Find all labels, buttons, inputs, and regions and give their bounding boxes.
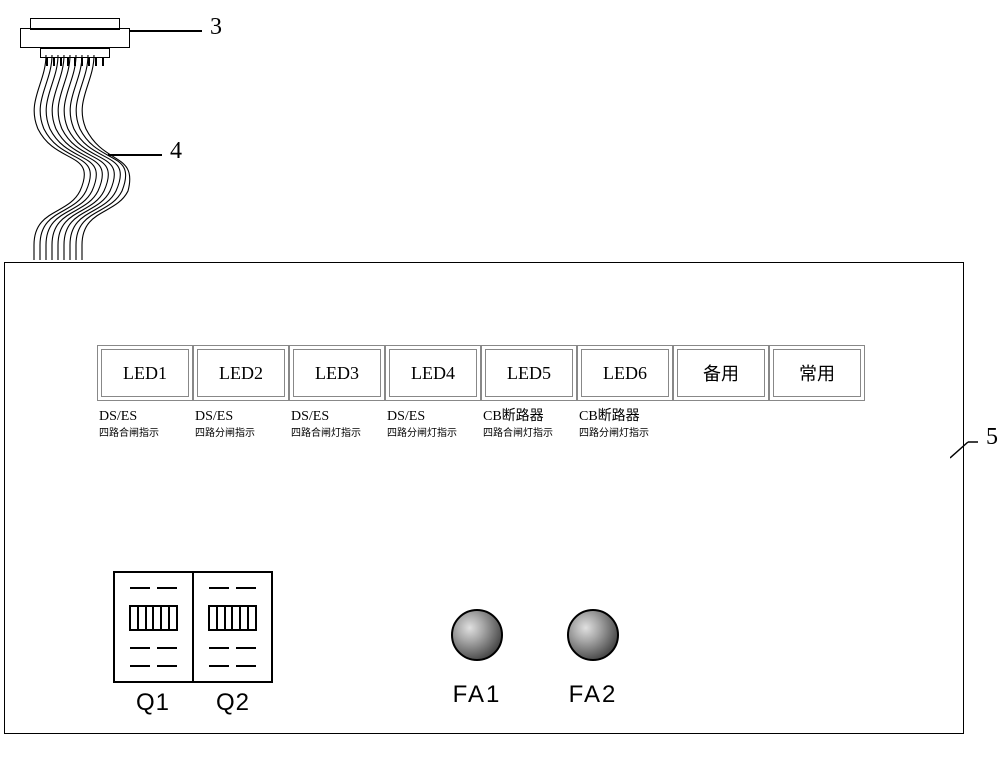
fuse-fa1-cap (451, 609, 503, 661)
led-3: LED3 (289, 345, 385, 401)
switch-q1[interactable] (115, 573, 194, 681)
led-2: LED2 (193, 345, 289, 401)
led-label-3: DS/ES 四路合闸灯指示 (289, 407, 385, 442)
led-label-1: DS/ES 四路合闸指示 (97, 407, 193, 442)
led-spare: 备用 (673, 345, 769, 401)
led-5: LED5 (481, 345, 577, 401)
led-label-5: CB断路器 四路合闸灯指示 (481, 407, 577, 442)
led-4: LED4 (385, 345, 481, 401)
fuse-fa2[interactable]: FA2 (567, 609, 619, 709)
switch-q1-label: Q1 (113, 689, 193, 717)
fuse-fa2-label: FA2 (569, 681, 618, 709)
ribbon-cable (28, 55, 138, 260)
led-6: LED6 (577, 345, 673, 401)
callout-3-label: 3 (210, 14, 222, 41)
callout-4-line (108, 154, 162, 156)
led-label-6: CB断路器 四路分闸灯指示 (577, 407, 673, 442)
led-normal: 常用 (769, 345, 865, 401)
fuse-fa1[interactable]: FA1 (451, 609, 503, 709)
led-1: LED1 (97, 345, 193, 401)
led-label-4: DS/ES 四路分闸灯指示 (385, 407, 481, 442)
fuse-block: FA1 FA2 (451, 609, 619, 709)
switch-q2-label: Q2 (193, 689, 273, 717)
fuse-fa2-cap (567, 609, 619, 661)
switch-q2[interactable] (194, 573, 271, 681)
switch-block: Q1 Q2 (113, 571, 273, 717)
led-row: LED1 LED2 LED3 LED4 LED5 LED6 备用 常用 (97, 345, 865, 401)
fuse-fa1-label: FA1 (453, 681, 502, 709)
led-labels-row: DS/ES 四路合闸指示 DS/ES 四路分闸指示 DS/ES 四路合闸灯指示 … (97, 407, 673, 442)
switch-labels: Q1 Q2 (113, 689, 273, 717)
switch-frame (113, 571, 273, 683)
callout-5-label: 5 (986, 424, 998, 451)
front-panel: LED1 LED2 LED3 LED4 LED5 LED6 备用 常用 DS/E… (4, 262, 964, 734)
callout-5-line (950, 430, 990, 470)
callout-3-line (130, 30, 202, 32)
led-label-2: DS/ES 四路分闸指示 (193, 407, 289, 442)
callout-4-label: 4 (170, 138, 182, 165)
